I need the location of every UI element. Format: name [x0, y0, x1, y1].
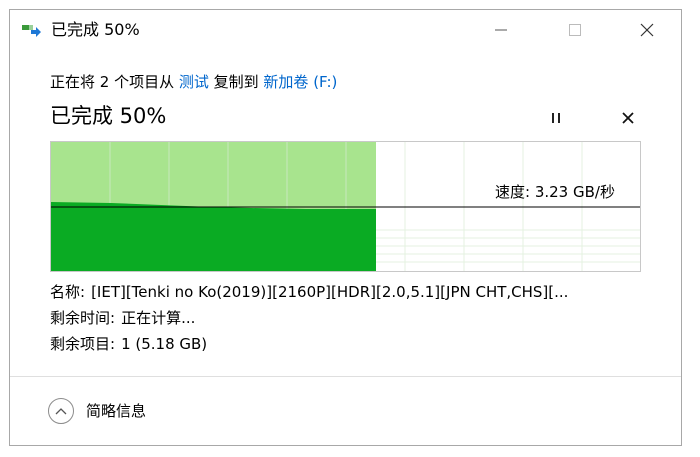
speed-history-area: [51, 202, 376, 271]
fewer-details-toggle[interactable]: 简略信息: [48, 398, 178, 426]
detail-items-row: 剩余项目: 1 (5.18 GB): [50, 334, 207, 354]
detail-name-label: 名称:: [50, 283, 86, 301]
speed-graph: [50, 141, 641, 272]
window-title: 已完成 50%: [51, 20, 140, 39]
title-bar: 已完成 50%: [10, 10, 681, 50]
progress-heading: 已完成 50%: [50, 104, 167, 128]
operation-middle: 复制到: [208, 73, 264, 91]
detail-name-value: [IET][Tenki no Ko(2019)][2160P][HDR][2.0…: [91, 283, 569, 301]
maximize-button[interactable]: [552, 10, 598, 50]
copy-progress-dialog: 已完成 50% 正在将 2 个项目从 测试 复制到 新加卷 (F:) 已完成 5…: [9, 9, 682, 446]
cancel-icon: [622, 112, 634, 124]
maximize-icon: [569, 24, 581, 36]
detail-items-value: 1 (5.18 GB): [121, 335, 208, 353]
footer-divider: [10, 376, 681, 377]
chevron-up-icon: [48, 398, 74, 424]
detail-time-row: 剩余时间: 正在计算...: [50, 308, 195, 328]
minimize-button[interactable]: [478, 10, 524, 50]
speed-graph-canvas: [51, 142, 640, 271]
file-copy-icon: [22, 22, 42, 40]
operation-description: 正在将 2 个项目从 测试 复制到 新加卷 (F:): [50, 72, 337, 92]
pause-button[interactable]: [543, 104, 569, 130]
source-folder-link[interactable]: 测试: [179, 73, 209, 91]
pause-icon: [552, 113, 560, 123]
cancel-button[interactable]: [615, 104, 641, 130]
speed-label: 速度: 3.23 GB/秒: [495, 183, 615, 201]
detail-name-row: 名称: [IET][Tenki no Ko(2019)][2160P][HDR][…: [50, 282, 650, 302]
destination-folder-link[interactable]: 新加卷 (F:): [263, 73, 337, 91]
close-window-button[interactable]: [624, 10, 670, 50]
operation-prefix: 正在将 2 个项目从: [50, 73, 179, 91]
fewer-details-label: 简略信息: [86, 402, 147, 420]
detail-time-label: 剩余时间:: [50, 309, 116, 327]
detail-time-value: 正在计算...: [121, 309, 196, 327]
close-icon: [640, 23, 654, 37]
detail-items-label: 剩余项目:: [50, 335, 116, 353]
minimize-icon: [495, 29, 507, 31]
